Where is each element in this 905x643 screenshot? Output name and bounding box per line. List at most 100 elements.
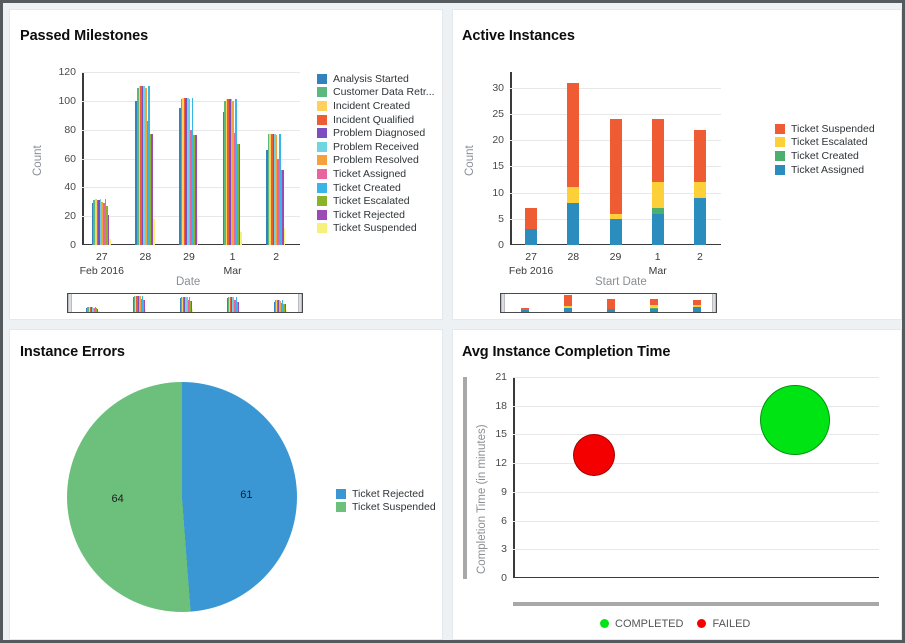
legend-item[interactable]: Incident Qualified	[317, 113, 435, 127]
legend-swatch	[317, 141, 327, 152]
legend-item[interactable]: Ticket Created	[775, 149, 875, 163]
dashboard: Passed Milestones 0 20 40 60 80 100 120 27 Feb 2…	[0, 0, 905, 643]
stack-segment-ticket-suspended[interactable]	[525, 208, 538, 230]
stack-segment-ticket-suspended[interactable]	[651, 119, 664, 183]
x-axis-tick-label: 28	[139, 251, 152, 263]
bar-ticket-rejected[interactable]	[238, 144, 241, 245]
passed-milestones-legend[interactable]: Analysis Started Customer Data Retr... Inc…	[317, 72, 435, 235]
legend-item[interactable]: Problem Resolved	[317, 154, 435, 168]
legend-item[interactable]: Ticket Suspended	[336, 501, 436, 515]
stack-segment-ticket-escalated[interactable]	[693, 182, 706, 198]
passed-milestones-plot: 0 20 40 60 80 100 120 27 Feb 2016 28 29 1 Mar 2	[58, 66, 300, 277]
stack-segment-ticket-suspended[interactable]	[693, 129, 706, 183]
legend-item[interactable]: Incident Created	[317, 99, 435, 113]
legend-item[interactable]: COMPLETED	[600, 617, 683, 631]
legend-item[interactable]: Ticket Rejected	[317, 208, 435, 222]
legend-swatch	[317, 209, 327, 220]
legend-item[interactable]: Ticket Suspended	[317, 222, 435, 236]
stacked-bar[interactable]	[651, 119, 664, 245]
active-instances-legend[interactable]: Ticket Suspended Ticket Escalated Ticket C…	[775, 122, 875, 176]
legend-item[interactable]: Customer Data Retr...	[317, 86, 435, 100]
x-axis-tick-label: 27	[95, 251, 108, 263]
panel-passed-milestones: Passed Milestones 0 20 40 60 80 100 120 27 Feb 2…	[9, 9, 443, 320]
legend-item[interactable]: FAILED	[697, 617, 750, 631]
bar-ticket-suspended[interactable]	[196, 219, 199, 245]
stacked-bar[interactable]	[693, 129, 706, 245]
legend-item[interactable]: Ticket Assigned	[775, 163, 875, 177]
instance-errors-legend[interactable]: Ticket Rejected Ticket Suspended	[336, 487, 436, 514]
legend-item-label: Incident Created	[333, 99, 411, 112]
y-axis-tick-label: 25	[492, 107, 504, 120]
legend-item-label: Ticket Assigned	[333, 167, 407, 180]
legend-item[interactable]: Ticket Suspended	[775, 122, 875, 136]
stacked-bar[interactable]	[525, 208, 538, 245]
pie-slice-value: 64	[111, 493, 124, 506]
stack-segment-ticket-assigned[interactable]	[651, 213, 664, 245]
range-slider-handle-right[interactable]	[298, 294, 302, 312]
stack-segment-ticket-suspended[interactable]	[609, 119, 622, 214]
range-slider-handle-left[interactable]	[68, 294, 72, 312]
instance-errors-pie[interactable]: 61 64	[67, 382, 297, 612]
horizontal-scrollbar[interactable]	[513, 602, 879, 606]
legend-item[interactable]: Ticket Created	[317, 181, 435, 195]
range-slider-bar-group	[226, 296, 240, 312]
bubble-completed[interactable]	[759, 385, 830, 456]
bar-group[interactable]	[222, 99, 242, 245]
x-axis-tick-label: 29	[183, 251, 195, 263]
legend-item-label: Ticket Created	[333, 181, 401, 194]
legend-item-label: Ticket Escalated	[333, 195, 410, 208]
panel-title-instance-errors: Instance Errors	[20, 344, 125, 360]
legend-item[interactable]: Analysis Started	[317, 72, 435, 86]
legend-item-label: FAILED	[712, 617, 751, 630]
legend-item-label: Problem Received	[333, 140, 419, 153]
y-axis-tick-label: 15	[492, 160, 504, 173]
x-axis-tick-label: 1	[229, 251, 236, 263]
bubble-failed[interactable]	[572, 434, 615, 477]
bar-group[interactable]	[135, 86, 155, 245]
stack-segment-ticket-suspended[interactable]	[567, 82, 580, 188]
stack-segment-ticket-assigned[interactable]	[525, 229, 538, 245]
range-slider-bar	[98, 311, 100, 312]
vertical-scrollbar[interactable]	[463, 377, 467, 579]
stacked-bar[interactable]	[567, 82, 580, 245]
range-slider-bar-group	[180, 296, 194, 312]
y-axis-tick-label: 0	[70, 239, 76, 251]
legend-swatch	[317, 196, 327, 207]
legend-swatch	[317, 100, 327, 111]
legend-item[interactable]: Ticket Escalated	[317, 194, 435, 208]
range-slider-handle-right[interactable]	[712, 294, 716, 312]
range-slider-segment	[606, 298, 615, 309]
legend-item[interactable]: Ticket Escalated	[775, 136, 875, 150]
legend-item-label: Ticket Escalated	[791, 136, 868, 149]
range-slider-handle-left[interactable]	[501, 294, 505, 312]
y-axis-tick-label: 100	[58, 94, 76, 107]
legend-item[interactable]: Problem Received	[317, 140, 435, 154]
active-instances-plot: 0 5 10 15 20 25 30 27 Feb 2016 28 29 1 Mar 2	[492, 72, 721, 277]
range-slider-segment	[563, 295, 572, 307]
legend-item-label: Ticket Assigned	[791, 163, 865, 176]
legend-item[interactable]: Ticket Assigned	[317, 167, 435, 181]
bar-group[interactable]	[266, 134, 286, 245]
y-axis-line	[513, 377, 515, 578]
legend-item[interactable]: Problem Diagnosed	[317, 126, 435, 140]
stack-segment-ticket-assigned[interactable]	[693, 197, 706, 245]
stack-segment-ticket-assigned[interactable]	[567, 203, 580, 245]
completion-time-plot: 0 3 6 9 12 15 18 21	[495, 371, 879, 584]
legend-item[interactable]: Ticket Rejected	[336, 487, 436, 501]
stack-segment-ticket-assigned[interactable]	[609, 218, 622, 245]
passed-milestones-range-slider[interactable]	[67, 293, 303, 313]
bar-ticket-suspended[interactable]	[109, 239, 111, 245]
bar-ticket-suspended[interactable]	[152, 219, 155, 245]
legend-item-label: Analysis Started	[333, 72, 409, 85]
completion-time-legend[interactable]: COMPLETED FAILED	[600, 617, 750, 631]
stack-segment-ticket-escalated[interactable]	[651, 182, 664, 209]
stack-segment-ticket-escalated[interactable]	[567, 187, 580, 204]
bar-ticket-suspended[interactable]	[283, 227, 286, 245]
active-instances-range-slider[interactable]	[500, 293, 717, 313]
bar-ticket-suspended[interactable]	[240, 232, 242, 245]
y-axis-tick-label: 3	[501, 543, 507, 556]
stacked-bar[interactable]	[609, 119, 622, 245]
range-slider-stack	[606, 298, 615, 312]
bar-group[interactable]	[179, 97, 199, 245]
bar-group[interactable]	[91, 198, 111, 245]
